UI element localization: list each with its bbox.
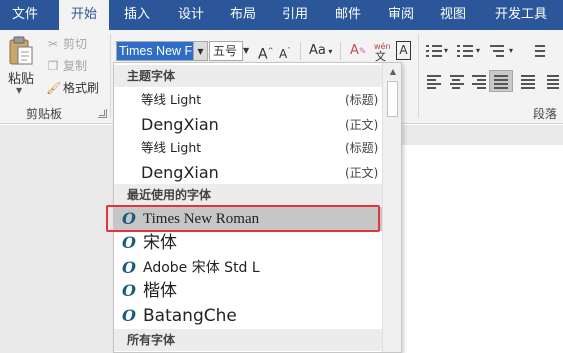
- copy-icon: ❐: [47, 59, 59, 73]
- font-item-recent[interactable]: O BatangChe: [114, 304, 382, 328]
- opentype-font-icon: O: [122, 281, 136, 300]
- paste-button[interactable]: 粘贴: [8, 68, 34, 87]
- distributed-icon[interactable]: [519, 74, 537, 89]
- paragraph-group-label: 段落: [533, 107, 558, 121]
- ribbon-tab-bar: 文件 开始 插入 设计 布局 引用 邮件 审阅 视图 开发工具: [0, 0, 563, 30]
- bullets-dropdown-icon[interactable]: ▾: [444, 41, 448, 61]
- multilevel-dropdown-icon[interactable]: ▾: [509, 41, 513, 61]
- paste-dropdown-icon[interactable]: ▼: [16, 86, 22, 95]
- font-size-input[interactable]: 五号: [209, 41, 243, 61]
- bullets-icon[interactable]: [425, 44, 443, 58]
- font-item-theme-heading[interactable]: 等线 Light (标题): [114, 136, 382, 160]
- font-size-dropdown-icon[interactable]: ▼: [243, 41, 253, 61]
- numbering-dropdown-icon[interactable]: ▾: [476, 41, 480, 61]
- grow-font-icon[interactable]: A^: [258, 41, 273, 63]
- change-case-icon[interactable]: Aa ▾: [309, 41, 332, 61]
- font-name-value: Times New F: [117, 42, 193, 60]
- tab-developer[interactable]: 开发工具: [484, 0, 558, 30]
- group-separator: [418, 34, 419, 118]
- cut-button[interactable]: ✂ 剪切: [46, 35, 87, 53]
- dropdown-scrollbar[interactable]: ▲: [382, 63, 401, 352]
- decrease-indent-icon[interactable]: [528, 44, 546, 58]
- paintbrush-icon: 🖌: [46, 81, 62, 95]
- theme-fonts-header: 主题字体: [114, 65, 382, 87]
- opentype-font-icon: O: [122, 209, 136, 228]
- document-page[interactable]: [398, 145, 563, 353]
- format-painter-label: 格式刷: [63, 81, 100, 95]
- scroll-up-icon[interactable]: ▲: [383, 65, 401, 79]
- tab-home[interactable]: 开始: [59, 0, 109, 30]
- clipboard-group-label: 剪贴板: [26, 107, 63, 121]
- font-item-theme-heading[interactable]: 等线 Light (标题): [114, 88, 382, 112]
- shrink-font-icon[interactable]: Aˇ: [279, 41, 291, 61]
- tab-mailings[interactable]: 邮件: [323, 0, 373, 30]
- clear-formatting-icon[interactable]: A✎: [350, 41, 366, 61]
- opentype-font-icon: O: [122, 258, 136, 277]
- all-fonts-header: 所有字体: [114, 329, 382, 351]
- font-item-theme-body[interactable]: DengXian (正文): [114, 161, 382, 185]
- scissors-icon: ✂: [47, 37, 59, 51]
- paste-icon[interactable]: [8, 36, 34, 66]
- scroll-thumb[interactable]: [387, 81, 398, 117]
- tab-file[interactable]: 文件: [0, 0, 50, 30]
- align-right-icon[interactable]: [470, 74, 488, 89]
- opentype-font-icon: O: [122, 306, 136, 325]
- align-center-icon[interactable]: [448, 74, 466, 89]
- justify-icon[interactable]: [489, 70, 513, 92]
- tab-view[interactable]: 视图: [428, 0, 478, 30]
- font-item-recent[interactable]: O 宋体: [114, 231, 382, 255]
- clipboard-launcher-icon[interactable]: [98, 109, 107, 118]
- copy-label: 复制: [63, 59, 88, 73]
- numbering-icon[interactable]: [456, 44, 474, 58]
- copy-button[interactable]: ❐ 复制: [46, 57, 87, 75]
- font-item-recent[interactable]: O Adobe 宋体 Std L: [114, 256, 382, 280]
- font-dropdown: 主题字体 等线 Light (标题) DengXian (正文) 等线 Ligh…: [113, 62, 402, 353]
- group-separator: [110, 34, 111, 118]
- font-name-input[interactable]: Times New F: [116, 41, 194, 61]
- font-item-recent[interactable]: O 楷体: [114, 279, 382, 303]
- tab-references[interactable]: 引用: [270, 0, 320, 30]
- character-border-icon[interactable]: A: [396, 41, 411, 60]
- tab-review[interactable]: 审阅: [376, 0, 426, 30]
- opentype-font-icon: O: [122, 233, 136, 252]
- tab-layout[interactable]: 布局: [218, 0, 268, 30]
- multilevel-list-icon[interactable]: [489, 44, 507, 58]
- align-left-icon[interactable]: [425, 74, 443, 89]
- tab-design[interactable]: 设计: [166, 0, 216, 30]
- line-spacing-icon[interactable]: [541, 74, 559, 89]
- tab-insert[interactable]: 插入: [112, 0, 162, 30]
- font-item-theme-body[interactable]: DengXian (正文): [114, 113, 382, 137]
- format-painter-button[interactable]: 🖌 格式刷: [46, 79, 99, 97]
- recent-fonts-header: 最近使用的字体: [114, 184, 382, 206]
- font-item-recent[interactable]: O Times New Roman: [114, 207, 382, 231]
- font-name-dropdown-icon[interactable]: ▼: [194, 41, 208, 61]
- cut-label: 剪切: [63, 37, 88, 51]
